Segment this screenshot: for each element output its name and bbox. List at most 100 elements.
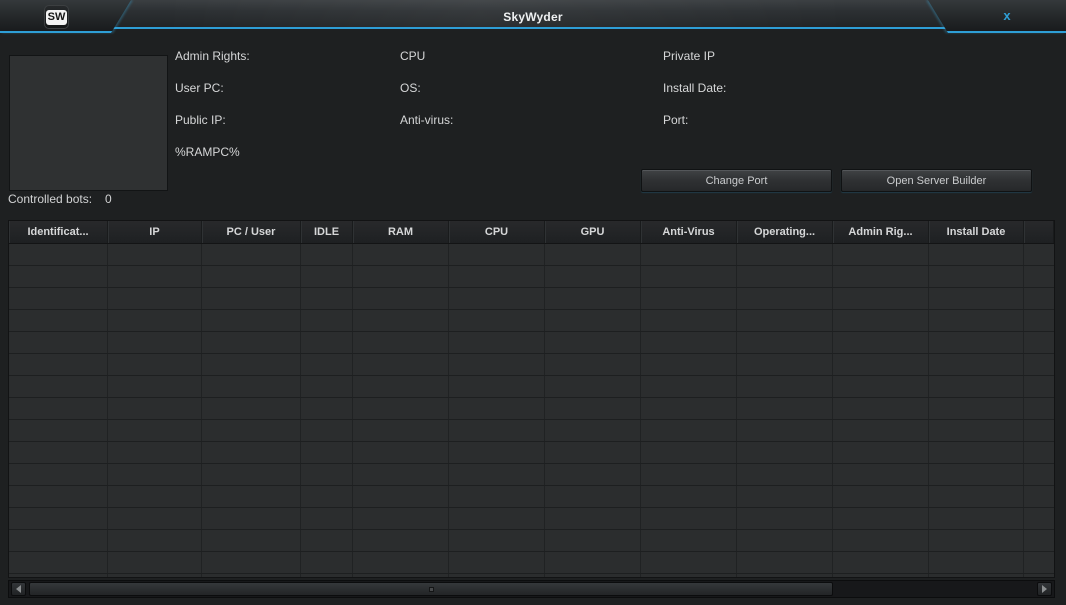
- table-cell: [449, 398, 545, 419]
- table-cell: [737, 552, 833, 573]
- table-cell: [9, 420, 108, 441]
- table-cell: [449, 486, 545, 507]
- table-row[interactable]: [9, 310, 1054, 332]
- table-cell: [545, 508, 641, 529]
- table-cell: [108, 486, 202, 507]
- table-cell-filler: [1024, 508, 1054, 529]
- column-header-install-date[interactable]: Install Date: [929, 221, 1024, 243]
- label-user-pc: User PC:: [175, 81, 224, 95]
- table-cell: [833, 486, 929, 507]
- table-row[interactable]: [9, 552, 1054, 574]
- column-header-ip[interactable]: IP: [108, 221, 202, 243]
- table-row[interactable]: [9, 442, 1054, 464]
- table-cell: [449, 376, 545, 397]
- label-anti-virus: Anti-virus:: [400, 113, 453, 127]
- table-cell: [929, 354, 1024, 375]
- table-cell: [108, 266, 202, 287]
- scroll-left-button[interactable]: [11, 582, 26, 596]
- table-cell: [108, 420, 202, 441]
- table-cell: [202, 244, 301, 265]
- table-row[interactable]: [9, 420, 1054, 442]
- table-cell: [301, 398, 353, 419]
- column-header-identificat[interactable]: Identificat...: [9, 221, 108, 243]
- table-cell: [202, 288, 301, 309]
- table-cell: [202, 310, 301, 331]
- table-cell: [929, 332, 1024, 353]
- table-cell: [737, 464, 833, 485]
- open-server-builder-button[interactable]: Open Server Builder: [841, 169, 1032, 192]
- table-cell: [833, 288, 929, 309]
- table-cell-filler: [1024, 442, 1054, 463]
- table-cell: [301, 288, 353, 309]
- table-cell: [9, 574, 108, 578]
- table-row[interactable]: [9, 398, 1054, 420]
- table-body[interactable]: [9, 244, 1054, 578]
- table-cell: [641, 464, 737, 485]
- table-cell: [929, 420, 1024, 441]
- horizontal-scrollbar[interactable]: [8, 580, 1055, 598]
- table-cell-filler: [1024, 288, 1054, 309]
- app-window: SW SkyWyder x Controlled bots:0 Admin Ri…: [0, 0, 1066, 605]
- column-header-anti-virus[interactable]: Anti-Virus: [641, 221, 737, 243]
- table-cell: [202, 464, 301, 485]
- table-cell: [301, 376, 353, 397]
- table-cell: [833, 398, 929, 419]
- table-cell: [9, 266, 108, 287]
- table-row[interactable]: [9, 376, 1054, 398]
- label-public-ip: Public IP:: [175, 113, 226, 127]
- column-header-ram[interactable]: RAM: [353, 221, 449, 243]
- table-cell: [449, 310, 545, 331]
- column-header-gpu[interactable]: GPU: [545, 221, 641, 243]
- table-cell: [545, 442, 641, 463]
- table-row[interactable]: [9, 464, 1054, 486]
- table-cell: [641, 244, 737, 265]
- table-cell: [9, 332, 108, 353]
- table-cell: [545, 354, 641, 375]
- table-row[interactable]: [9, 574, 1054, 578]
- table-cell: [108, 464, 202, 485]
- table-row[interactable]: [9, 530, 1054, 552]
- scroll-right-button[interactable]: [1037, 582, 1052, 596]
- table-row[interactable]: [9, 354, 1054, 376]
- column-header-idle[interactable]: IDLE: [301, 221, 353, 243]
- table-row[interactable]: [9, 508, 1054, 530]
- table-cell: [108, 530, 202, 551]
- table-cell: [929, 398, 1024, 419]
- table-row[interactable]: [9, 332, 1054, 354]
- column-header-cpu[interactable]: CPU: [449, 221, 545, 243]
- table-cell: [202, 376, 301, 397]
- table-row[interactable]: [9, 244, 1054, 266]
- scrollbar-thumb[interactable]: [29, 582, 833, 596]
- table-cell: [301, 266, 353, 287]
- table-cell: [545, 552, 641, 573]
- table-cell: [108, 354, 202, 375]
- change-port-button[interactable]: Change Port: [641, 169, 832, 192]
- table-cell: [449, 332, 545, 353]
- table-cell: [108, 508, 202, 529]
- column-header-admin-rig[interactable]: Admin Rig...: [833, 221, 929, 243]
- table-cell: [301, 574, 353, 578]
- close-button[interactable]: x: [996, 8, 1018, 26]
- table-cell: [545, 266, 641, 287]
- table-cell: [449, 244, 545, 265]
- table-cell: [9, 486, 108, 507]
- table-cell: [108, 244, 202, 265]
- table-cell: [353, 464, 449, 485]
- table-cell: [353, 354, 449, 375]
- table-cell: [353, 288, 449, 309]
- column-header-operating[interactable]: Operating...: [737, 221, 833, 243]
- table-row[interactable]: [9, 486, 1054, 508]
- table-row[interactable]: [9, 266, 1054, 288]
- table-row[interactable]: [9, 288, 1054, 310]
- table-cell: [737, 354, 833, 375]
- table-cell: [301, 486, 353, 507]
- table-cell: [9, 376, 108, 397]
- table-cell: [353, 376, 449, 397]
- column-header-pc-user[interactable]: PC / User: [202, 221, 301, 243]
- controlled-bots: Controlled bots:0: [8, 192, 112, 206]
- label-cpu: CPU: [400, 49, 425, 63]
- table-cell: [833, 508, 929, 529]
- label-rampc: %RAMPC%: [175, 145, 240, 159]
- table-cell: [301, 508, 353, 529]
- table-cell: [641, 486, 737, 507]
